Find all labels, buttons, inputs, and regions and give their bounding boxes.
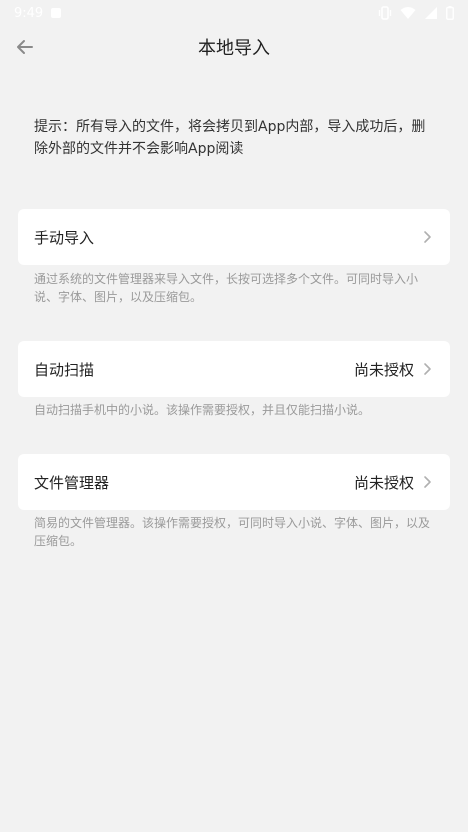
- file-manager-description: 简易的文件管理器。该操作需要授权，可同时导入小说、字体、图片，以及压缩包。: [34, 516, 431, 548]
- status-time: 9:49: [14, 5, 44, 21]
- auto-scan-status: 尚未授权: [353, 360, 414, 379]
- battery-icon: [446, 6, 454, 20]
- wifi-icon: [400, 7, 416, 19]
- auto-scan-description: 自动扫描手机中的小说。该操作需要授权，并且仅能扫描小说。: [34, 403, 371, 417]
- vibrate-icon: [378, 6, 392, 20]
- manual-import-item[interactable]: 手动导入: [18, 209, 450, 265]
- import-hint: 提示：所有导入的文件，将会拷贝到App内部，导入成功后，删除外部的文件并不会影响…: [34, 119, 426, 157]
- page-title: 本地导入: [198, 38, 270, 59]
- chevron-right-icon: [424, 363, 431, 375]
- notification-icon: [51, 8, 62, 18]
- manual-import-label: 手动导入: [34, 228, 95, 247]
- file-manager-label: 文件管理器: [34, 473, 110, 492]
- file-manager-item[interactable]: 文件管理器 尚未授权: [18, 454, 450, 510]
- auto-scan-label: 自动扫描: [34, 360, 95, 379]
- manual-import-trailing: [414, 230, 434, 244]
- status-bar: 9:49: [0, 0, 468, 26]
- chevron-right-icon: [424, 231, 431, 243]
- chevron-right-icon: [424, 476, 431, 488]
- app-bar: 本地导入: [0, 26, 468, 66]
- signal-icon: [425, 7, 437, 19]
- auto-scan-trailing: 尚未授权: [354, 359, 434, 380]
- manual-import-description: 通过系统的文件管理器来导入文件，长按可选择多个文件。可同时导入小说、字体、图片，…: [34, 272, 419, 304]
- file-manager-status: 尚未授权: [353, 473, 414, 492]
- auto-scan-item[interactable]: 自动扫描 尚未授权: [18, 341, 450, 397]
- file-manager-trailing: 尚未授权: [354, 472, 434, 493]
